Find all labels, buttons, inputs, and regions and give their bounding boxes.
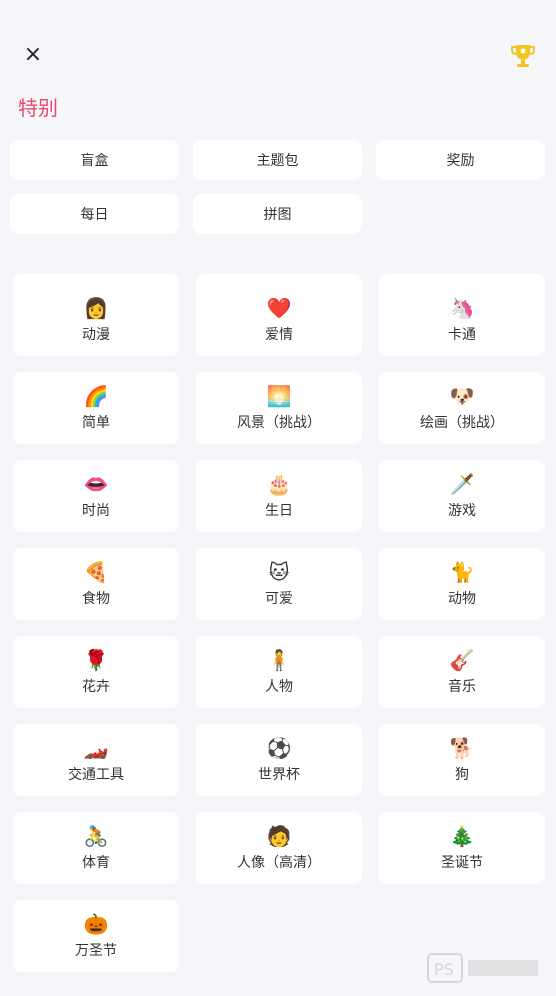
category-label: 体育 [82,855,110,871]
category-card[interactable]: 🎂 生日 [196,460,362,532]
special-section-title: 特别 [18,96,58,120]
special-item-theme-pack[interactable]: 主题包 [193,140,362,180]
category-label: 人像（高清） [237,855,321,871]
category-label: 动漫 [82,327,110,343]
category-icon: 🧍 [266,648,292,672]
category-icon: 🐕 [449,736,475,760]
category-icon: 🚴 [83,824,109,848]
category-label: 音乐 [448,679,476,695]
category-label: 风景（挑战） [237,415,321,431]
category-card[interactable]: 🧑 人像（高清） [196,812,362,884]
category-icon: ⚽ [266,736,292,760]
category-label: 爱情 [265,327,293,343]
category-card[interactable]: 🐶 绘画（挑战） [379,372,545,444]
category-icon: 👩 [83,296,109,320]
category-icon: 🎄 [449,824,475,848]
special-item-daily[interactable]: 每日 [10,194,179,234]
category-icon: 🧑 [266,824,292,848]
category-card[interactable]: 🐈 动物 [379,548,545,620]
category-label: 人物 [265,679,293,695]
category-icon: 🗡️ [449,472,475,496]
category-card[interactable]: 🍕 食物 [13,548,179,620]
top-bar: × [0,0,556,90]
category-icon: 🐶 [449,384,475,408]
category-card[interactable]: 🌅 风景（挑战） [196,372,362,444]
category-card[interactable]: 👩 动漫 [13,274,179,356]
category-card[interactable]: 🗡️ 游戏 [379,460,545,532]
category-card[interactable]: ⚽ 世界杯 [196,724,362,796]
watermark-logo: PS [427,953,538,983]
category-icon: 🌹 [83,648,109,672]
category-card[interactable]: 🐱 可爱 [196,548,362,620]
special-item-reward[interactable]: 奖励 [376,140,545,180]
category-label: 卡通 [448,327,476,343]
category-icon: 👄 [83,472,109,496]
special-item-blind-box[interactable]: 盲盒 [10,140,179,180]
category-icon: 🌈 [83,384,109,408]
category-card[interactable]: 🌈 简单 [13,372,179,444]
category-label: 花卉 [82,679,110,695]
category-label: 圣诞节 [441,855,483,871]
category-icon: ❤️ [266,296,292,320]
category-icon: 🐱 [268,560,290,584]
special-grid: 盲盒 主题包 奖励 每日 拼图 [10,140,546,234]
category-card[interactable]: 🎃 万圣节 [13,900,179,972]
category-card[interactable]: 🦄 卡通 [379,274,545,356]
category-label: 游戏 [448,503,476,519]
category-icon: 🌅 [266,384,292,408]
special-item-puzzle[interactable]: 拼图 [193,194,362,234]
close-button[interactable]: × [18,40,48,70]
svg-text:PS: PS [434,960,454,979]
category-label: 生日 [265,503,293,519]
category-label: 狗 [455,767,469,783]
category-card[interactable]: 🚴 体育 [13,812,179,884]
category-card[interactable]: 🌹 花卉 [13,636,179,708]
category-label: 食物 [82,591,110,607]
category-label: 时尚 [82,503,110,519]
category-label: 绘画（挑战） [420,415,504,431]
category-icon: 🎸 [449,648,475,672]
category-grid: 👩 动漫 ❤️ 爱情 🦄 卡通 🌈 简单 🌅 风景（挑战） 🐶 绘画（挑战） 👄 时尚 🎂 生日 🗡️ 游戏 🍕 食物… [13,274,545,972]
category-label: 简单 [82,415,110,431]
category-label: 动物 [448,591,476,607]
category-label: 可爱 [265,591,293,607]
category-card[interactable]: ❤️ 爱情 [196,274,362,356]
category-card[interactable]: 🎄 圣诞节 [379,812,545,884]
category-card[interactable]: 👄 时尚 [13,460,179,532]
category-icon: 🎂 [266,472,292,496]
category-icon: 🦄 [449,296,475,320]
category-label: 万圣节 [75,943,117,959]
category-icon: 🐈 [449,560,475,584]
category-card[interactable]: 🎸 音乐 [379,636,545,708]
category-label: 世界杯 [258,767,300,783]
category-card[interactable]: 🐕 狗 [379,724,545,796]
category-icon: 🏎️ [83,736,109,760]
category-icon: 🍕 [83,560,109,584]
category-card[interactable]: 🏎️ 交通工具 [13,724,179,796]
category-icon: 🎃 [83,912,109,936]
trophy-icon[interactable] [508,40,538,70]
category-label: 交通工具 [68,767,124,783]
category-card[interactable]: 🧍 人物 [196,636,362,708]
